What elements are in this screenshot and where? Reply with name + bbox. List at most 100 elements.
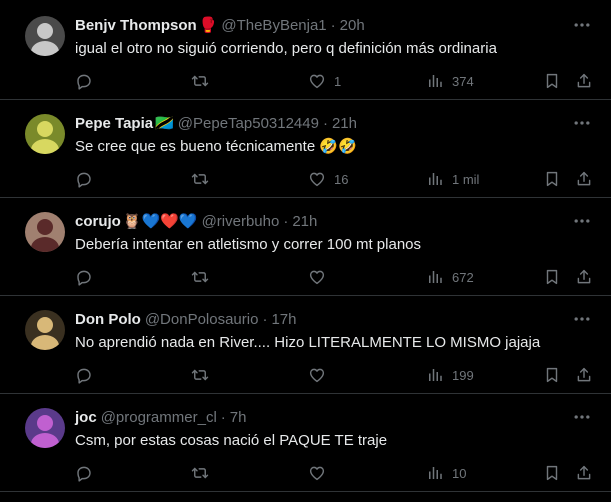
timestamp[interactable]: 7h bbox=[230, 409, 247, 426]
like-count: 16 bbox=[334, 171, 349, 187]
more-icon[interactable] bbox=[572, 113, 592, 133]
views-icon bbox=[426, 464, 444, 482]
repost-button[interactable] bbox=[191, 364, 209, 386]
reply-item[interactable]: Don Polo @DonPolosaurio · 17h No aprendió na… bbox=[0, 296, 611, 394]
repost-button[interactable] bbox=[191, 168, 209, 190]
name-emoji: 🦉💙❤️💙 bbox=[122, 212, 198, 230]
display-name[interactable]: corujo bbox=[75, 213, 121, 230]
repost-button[interactable] bbox=[191, 266, 209, 288]
repost-button[interactable] bbox=[191, 462, 209, 484]
views-button[interactable]: 10 bbox=[426, 462, 466, 484]
like-button[interactable]: 1 bbox=[308, 70, 341, 92]
views-button[interactable]: 672 bbox=[426, 266, 474, 288]
reply-icon bbox=[75, 366, 93, 384]
views-count: 672 bbox=[452, 269, 474, 285]
bookmark-button[interactable] bbox=[543, 70, 561, 92]
repost-button[interactable] bbox=[191, 70, 209, 92]
reply-text: Se cree que es bueno técnicamente 🤣🤣 bbox=[75, 138, 357, 155]
reply-text: Csm, por estas cosas nació el PAQUE TE t… bbox=[75, 432, 388, 449]
avatar[interactable] bbox=[25, 310, 65, 350]
reply-item[interactable]: Benjv Thompson 🥊 @TheByBenja1 · 20h igual el … bbox=[0, 2, 611, 100]
reply-icon bbox=[75, 72, 93, 90]
repost-icon bbox=[191, 170, 209, 188]
views-button[interactable]: 199 bbox=[426, 364, 474, 386]
display-name[interactable]: Benjv Thompson bbox=[75, 17, 197, 34]
bookmark-icon bbox=[543, 170, 561, 188]
reply-button[interactable] bbox=[75, 364, 93, 386]
reply-item[interactable]: corujo 🦉💙❤️💙 @riverbuho · 21h Debería intenta… bbox=[0, 198, 611, 296]
user-handle[interactable]: @riverbuho bbox=[202, 213, 280, 230]
name-emoji: 🇹🇿 bbox=[155, 114, 174, 132]
separator-dot: · bbox=[262, 310, 268, 328]
like-icon bbox=[308, 268, 326, 286]
share-button[interactable] bbox=[575, 266, 593, 288]
reply-item[interactable]: Pepe Tapia 🇹🇿 @PepeTap50312449 · 21h Se cree … bbox=[0, 100, 611, 198]
more-icon[interactable] bbox=[572, 309, 592, 329]
bookmark-button[interactable] bbox=[543, 462, 561, 484]
action-bar: 1 374 bbox=[0, 70, 611, 92]
more-icon[interactable] bbox=[572, 15, 592, 35]
repost-icon bbox=[191, 268, 209, 286]
user-handle[interactable]: @TheByBenja1 bbox=[221, 17, 326, 34]
separator-dot: · bbox=[330, 16, 336, 34]
timestamp[interactable]: 20h bbox=[340, 17, 365, 34]
avatar[interactable] bbox=[25, 16, 65, 56]
like-button[interactable]: 16 bbox=[308, 168, 348, 190]
display-name[interactable]: joc bbox=[75, 409, 97, 426]
like-count: 1 bbox=[334, 73, 342, 89]
like-button[interactable] bbox=[308, 462, 326, 484]
timestamp[interactable]: 17h bbox=[271, 311, 296, 328]
reply-header: joc @programmer_cl · 7h bbox=[75, 407, 246, 427]
more-icon[interactable] bbox=[572, 407, 592, 427]
more-icon[interactable] bbox=[572, 211, 592, 231]
share-icon bbox=[575, 464, 593, 482]
reply-text: igual el otro no siguió corriendo, pero … bbox=[75, 40, 497, 57]
display-name[interactable]: Pepe Tapia bbox=[75, 115, 153, 132]
avatar[interactable] bbox=[25, 114, 65, 154]
views-icon bbox=[426, 72, 444, 90]
views-button[interactable]: 374 bbox=[426, 70, 474, 92]
views-count: 374 bbox=[452, 73, 474, 89]
action-bar: 672 bbox=[0, 266, 611, 288]
views-count: 1 mil bbox=[452, 171, 480, 187]
like-button[interactable] bbox=[308, 364, 326, 386]
user-handle[interactable]: @PepeTap50312449 bbox=[178, 115, 319, 132]
reply-button[interactable] bbox=[75, 168, 93, 190]
like-icon bbox=[308, 464, 326, 482]
bookmark-button[interactable] bbox=[543, 168, 561, 190]
display-name[interactable]: Don Polo bbox=[75, 311, 141, 328]
bookmark-icon bbox=[543, 72, 561, 90]
reply-button[interactable] bbox=[75, 266, 93, 288]
user-handle[interactable]: @DonPolosaurio bbox=[145, 311, 259, 328]
bookmark-icon bbox=[543, 268, 561, 286]
share-button[interactable] bbox=[575, 70, 593, 92]
bookmark-button[interactable] bbox=[543, 266, 561, 288]
timestamp[interactable]: 21h bbox=[292, 213, 317, 230]
replies-feed: Benjv Thompson 🥊 @TheByBenja1 · 20h igual el … bbox=[0, 0, 611, 502]
share-button[interactable] bbox=[575, 364, 593, 386]
like-button[interactable] bbox=[308, 266, 326, 288]
share-icon bbox=[575, 366, 593, 384]
reply-header: Don Polo @DonPolosaurio · 17h bbox=[75, 309, 296, 329]
avatar[interactable] bbox=[25, 212, 65, 252]
views-button[interactable]: 1 mil bbox=[426, 168, 479, 190]
reply-text: No aprendió nada en River.... Hizo LITER… bbox=[75, 334, 541, 351]
repost-icon bbox=[191, 366, 209, 384]
share-button[interactable] bbox=[575, 168, 593, 190]
action-bar: 10 bbox=[0, 462, 611, 484]
avatar[interactable] bbox=[25, 408, 65, 448]
bookmark-button[interactable] bbox=[543, 364, 561, 386]
reply-header: corujo 🦉💙❤️💙 @riverbuho · 21h bbox=[75, 211, 317, 231]
share-button[interactable] bbox=[575, 462, 593, 484]
views-icon bbox=[426, 170, 444, 188]
bookmark-icon bbox=[543, 366, 561, 384]
reply-button[interactable] bbox=[75, 70, 93, 92]
timestamp[interactable]: 21h bbox=[332, 115, 357, 132]
repost-icon bbox=[191, 464, 209, 482]
reply-button[interactable] bbox=[75, 462, 93, 484]
bookmark-icon bbox=[543, 464, 561, 482]
reply-item[interactable]: joc @programmer_cl · 7h Csm, por estas cosas… bbox=[0, 394, 611, 492]
reply-icon bbox=[75, 464, 93, 482]
user-handle[interactable]: @programmer_cl bbox=[101, 409, 217, 426]
views-icon bbox=[426, 268, 444, 286]
